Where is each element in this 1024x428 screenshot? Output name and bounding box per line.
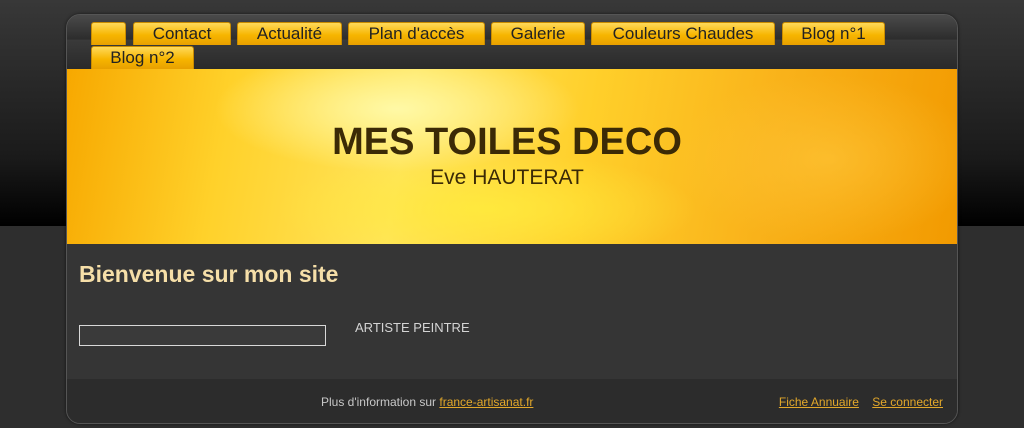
- footer-info: Plus d'information sur france-artisanat.…: [321, 395, 533, 409]
- nav-item-blog-1[interactable]: Blog n°1: [782, 22, 885, 45]
- fiche-annuaire-link[interactable]: Fiche Annuaire: [779, 395, 859, 409]
- artist-tagline: ARTISTE PEINTRE: [355, 320, 470, 335]
- nav-item-couleurs-chaudes[interactable]: Couleurs Chaudes: [591, 22, 775, 45]
- site-title: MES TOILES DECO: [332, 121, 682, 163]
- nav-item-home[interactable]: [91, 22, 126, 45]
- welcome-heading: Bienvenue sur mon site: [79, 261, 339, 287]
- se-connecter-link[interactable]: Se connecter: [872, 395, 943, 409]
- content-input-box[interactable]: [79, 325, 326, 346]
- nav-item-blog-2[interactable]: Blog n°2: [91, 46, 194, 69]
- france-artisanat-link[interactable]: france-artisanat.fr: [439, 395, 533, 409]
- nav-item-contact[interactable]: Contact: [133, 22, 231, 45]
- main-navigation: Contact Actualité Plan d'accès Galerie C…: [67, 15, 957, 69]
- nav-item-actualite[interactable]: Actualité: [237, 22, 342, 45]
- nav-item-galerie[interactable]: Galerie: [491, 22, 585, 45]
- header-banner: MES TOILES DECO Eve HAUTERAT: [67, 69, 957, 244]
- site-subtitle: Eve HAUTERAT: [430, 166, 584, 189]
- footer-links: Fiche Annuaire Se connecter: [769, 395, 943, 409]
- nav-item-plan-acces[interactable]: Plan d'accès: [348, 22, 485, 45]
- site-frame: Contact Actualité Plan d'accès Galerie C…: [66, 14, 958, 424]
- footer-info-text: Plus d'information sur: [321, 395, 437, 409]
